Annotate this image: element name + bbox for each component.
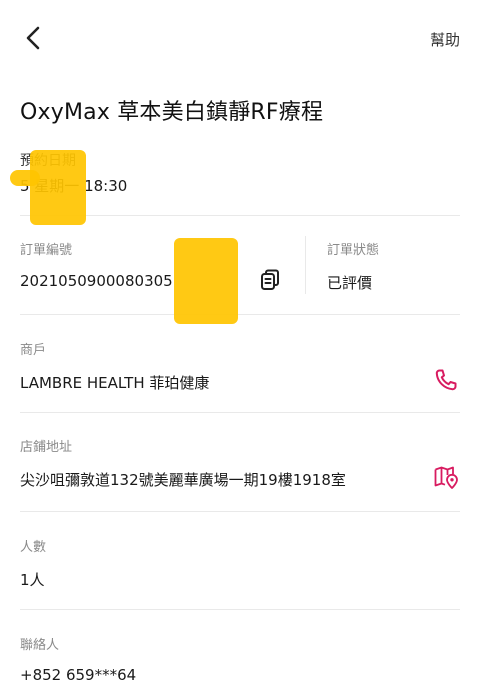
merchant-name: LAMBRE HEALTH 菲珀健康 <box>20 374 210 392</box>
call-merchant-button[interactable] <box>433 367 459 393</box>
contact-label: 聯絡人 <box>20 638 60 653</box>
vertical-divider <box>305 236 306 294</box>
back-button[interactable] <box>22 24 46 52</box>
phone-icon <box>435 369 457 391</box>
contact-phone-value: +852 659***64 <box>20 666 137 683</box>
redaction-mark <box>10 170 40 186</box>
redaction-mark <box>174 238 238 324</box>
chevron-left-icon <box>26 26 40 50</box>
divider <box>20 215 460 216</box>
page-title: OxyMax 草本美白鎮靜RF療程 <box>20 100 324 125</box>
redaction-mark <box>30 150 86 225</box>
divider <box>20 412 460 413</box>
divider <box>20 314 460 315</box>
order-detail-page: 幫助 OxyMax 草本美白鎮靜RF療程 預約日期 5 星期一 18:30 訂單… <box>0 0 480 683</box>
map-pin-icon <box>434 466 458 489</box>
order-number-value: 2021050900080305 <box>20 272 173 290</box>
people-count-label: 人數 <box>20 540 47 555</box>
top-bar: 幫助 <box>0 0 480 76</box>
order-status-value: 已評價 <box>327 274 373 292</box>
help-link[interactable]: 幫助 <box>430 29 460 50</box>
open-map-button[interactable] <box>433 464 459 490</box>
order-number-label: 訂單編號 <box>20 243 73 258</box>
copy-icon <box>261 269 279 290</box>
store-address-value: 尖沙咀彌敦道132號美麗華廣場一期19樓1918室 <box>20 471 346 489</box>
store-address-label: 店鋪地址 <box>20 440 73 455</box>
divider <box>20 511 460 512</box>
people-count-value: 1人 <box>20 571 45 589</box>
divider <box>20 609 460 610</box>
copy-order-number-button[interactable] <box>259 268 281 292</box>
merchant-label: 商戶 <box>20 343 47 358</box>
order-status-label: 訂單狀態 <box>327 243 380 258</box>
